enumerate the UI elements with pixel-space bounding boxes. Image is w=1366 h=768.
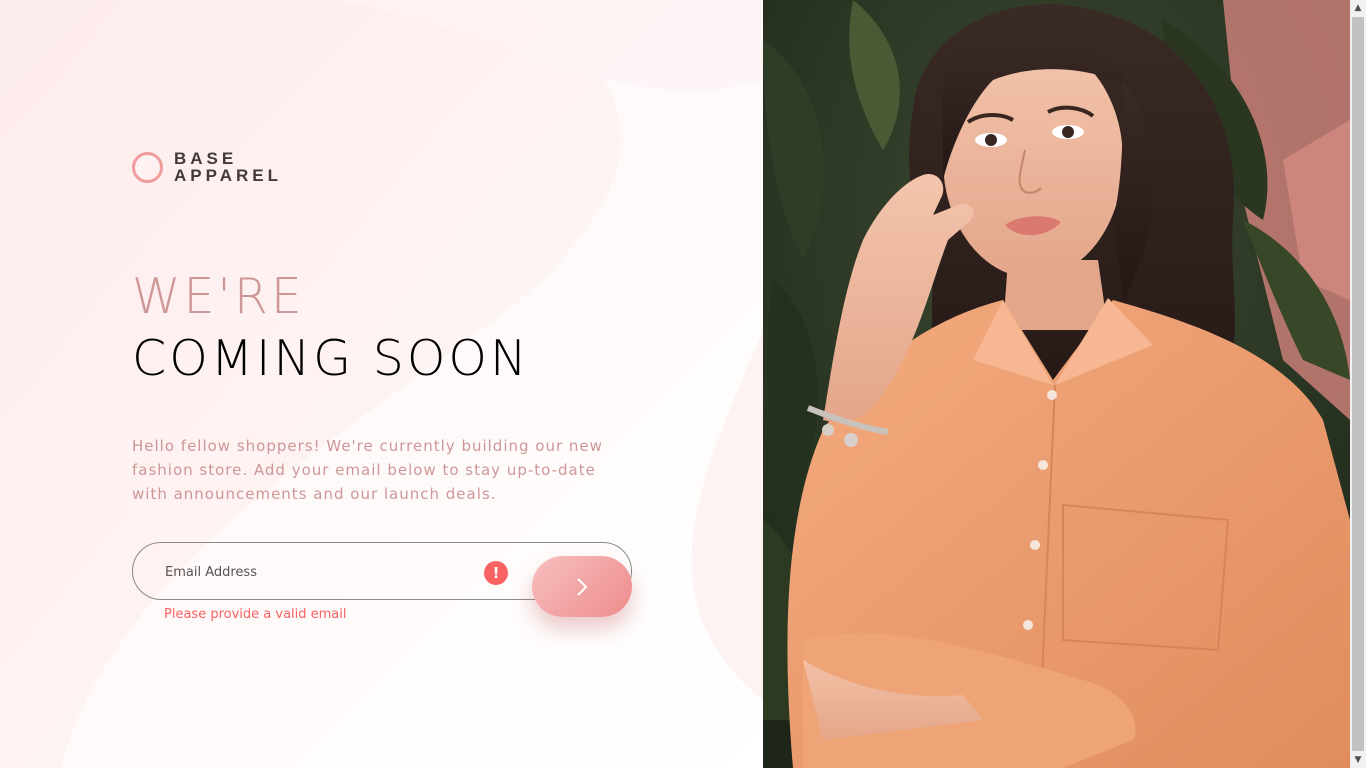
email-input[interactable] <box>165 562 465 582</box>
arrow-down-icon[interactable]: ▼ <box>1350 752 1366 768</box>
submit-button[interactable] <box>532 556 632 617</box>
page-headline: WE'RE COMING SOON <box>132 268 530 392</box>
intro-text: Hello fellow shoppers! We're currently b… <box>132 437 603 503</box>
headline-dark: COMING SOON <box>132 330 530 387</box>
email-signup-form: ! <box>132 542 632 617</box>
arrow-up-icon[interactable]: ▲ <box>1350 0 1366 16</box>
scrollbar-thumb[interactable] <box>1352 17 1364 751</box>
exclamation-icon: ! <box>484 561 508 585</box>
chevron-right-icon <box>577 577 588 596</box>
headline-light: WE'RE <box>132 268 305 325</box>
brand-name: BASE APPAREL <box>174 150 282 184</box>
page: BASE APPAREL WE'RE COMING SOON Hello fel… <box>0 0 1366 768</box>
vertical-scrollbar[interactable]: ▲ ▼ <box>1350 0 1366 768</box>
brand-name-line2: APPAREL <box>174 166 282 185</box>
hero-photo-illustration <box>763 0 1350 768</box>
brand-logo[interactable]: BASE APPAREL <box>132 150 282 184</box>
brand-name-line1: BASE <box>174 149 238 168</box>
content-panel: BASE APPAREL WE'RE COMING SOON Hello fel… <box>0 0 763 768</box>
email-error-message: Please provide a valid email <box>164 607 347 622</box>
logo-circle-icon <box>132 151 163 183</box>
hero-image <box>763 0 1350 768</box>
